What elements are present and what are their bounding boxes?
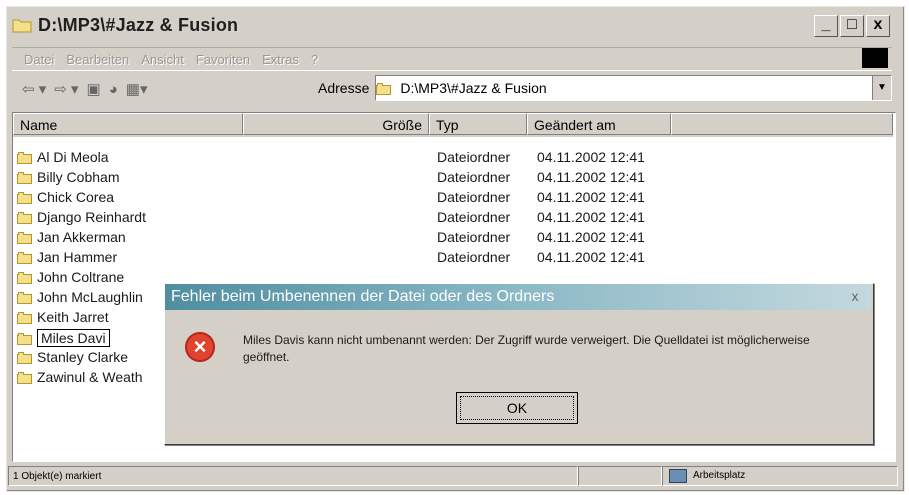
dialog-title: Fehler beim Umbenennen der Datei oder de…	[171, 288, 555, 305]
title-bar[interactable]: D:\MP3\#Jazz & Fusion _ □ x	[8, 12, 894, 38]
address-input[interactable]: D:\MP3\#Jazz & Fusion ▼	[375, 75, 892, 101]
folder-icon	[17, 171, 33, 184]
item-name: Keith Jarret	[37, 309, 109, 325]
column-type[interactable]: Typ	[429, 113, 527, 135]
back-arrow-icon[interactable]: ⇦ ▾	[22, 80, 46, 98]
item-type: Dateiordner	[437, 169, 511, 185]
list-item[interactable]: Billy Cobham Dateiordner 04.11.2002 12:4…	[13, 168, 893, 188]
toolbar: ⇦ ▾ ⇨ ▾ ▣ ◕ ▦▾	[12, 76, 322, 102]
list-item[interactable]: Jan Akkerman Dateiordner 04.11.2002 12:4…	[13, 228, 893, 248]
item-date: 04.11.2002 12:41	[537, 229, 645, 245]
maximize-button[interactable]: □	[840, 15, 864, 37]
item-type: Dateiordner	[437, 149, 511, 165]
error-dialog: Fehler beim Umbenennen der Datei oder de…	[164, 283, 874, 445]
column-headers: Name Größe Typ Geändert am	[13, 113, 893, 137]
item-name: Jan Akkerman	[37, 229, 126, 245]
item-name: John Coltrane	[37, 269, 125, 285]
search-globe-icon[interactable]: ◕	[109, 81, 118, 98]
folder-icon	[17, 291, 33, 304]
item-date: 04.11.2002 12:41	[537, 149, 645, 165]
menu-ansicht[interactable]: Ansicht	[141, 52, 184, 67]
menu-help[interactable]: ?	[311, 52, 318, 67]
windows-logo-icon	[862, 48, 888, 68]
item-name: Chick Corea	[37, 189, 115, 205]
column-empty	[671, 113, 893, 135]
column-name[interactable]: Name	[13, 113, 243, 135]
status-bar: 1 Objekt(e) markiert Arbeitsplatz	[8, 466, 898, 488]
item-type: Dateiordner	[437, 209, 511, 225]
list-item[interactable]: Al Di Meola Dateiordner 04.11.2002 12:41	[13, 148, 893, 168]
computer-icon	[669, 469, 687, 483]
menu-extras[interactable]: Extras	[262, 52, 299, 67]
folder-icon	[17, 311, 33, 324]
folder-up-icon[interactable]: ▣	[87, 80, 101, 98]
folder-icon	[376, 82, 392, 95]
address-dropdown-icon[interactable]: ▼	[872, 76, 891, 100]
menu-bearbeiten[interactable]: Bearbeiten	[66, 52, 129, 67]
address-value: D:\MP3\#Jazz & Fusion	[400, 80, 547, 96]
status-location-label: Arbeitsplatz	[693, 470, 746, 481]
list-item[interactable]: Jan Hammer Dateiordner 04.11.2002 12:41	[13, 248, 893, 268]
item-name: Al Di Meola	[37, 149, 109, 165]
status-selected: 1 Objekt(e) markiert	[8, 466, 578, 486]
item-type: Dateiordner	[437, 229, 511, 245]
menu-favoriten[interactable]: Favoriten	[196, 52, 250, 67]
folder-icon	[17, 371, 33, 384]
status-empty	[578, 466, 662, 486]
folder-icon	[17, 332, 33, 345]
view-grid-icon[interactable]: ▦▾	[126, 80, 148, 98]
item-name: Django Reinhardt	[37, 209, 146, 225]
status-location: Arbeitsplatz	[662, 466, 898, 486]
column-modified[interactable]: Geändert am	[527, 113, 671, 135]
item-name: Billy Cobham	[37, 169, 120, 185]
folder-icon	[17, 211, 33, 224]
dialog-title-bar[interactable]: Fehler beim Umbenennen der Datei oder de…	[165, 284, 871, 310]
menu-datei[interactable]: Datei	[24, 52, 54, 67]
folder-icon	[17, 271, 33, 284]
item-type: Dateiordner	[437, 189, 511, 205]
menu-bar: Datei Bearbeiten Ansicht Favoriten Extra…	[12, 47, 892, 71]
dialog-close-button[interactable]: x	[847, 288, 863, 304]
window-title: D:\MP3\#Jazz & Fusion	[38, 14, 239, 35]
focus-ring	[460, 396, 574, 420]
forward-arrow-icon[interactable]: ⇨ ▾	[54, 80, 78, 98]
folder-icon	[17, 191, 33, 204]
error-icon: ×	[185, 332, 215, 362]
folder-icon	[17, 231, 33, 244]
folder-icon	[17, 351, 33, 364]
item-name: Zawinul & Weath	[37, 369, 143, 385]
item-name: Jan Hammer	[37, 249, 118, 265]
minimize-button[interactable]: _	[814, 15, 838, 37]
item-type: Dateiordner	[437, 249, 511, 265]
folder-icon	[17, 151, 33, 164]
column-size[interactable]: Größe	[243, 113, 429, 135]
list-item[interactable]: Django Reinhardt Dateiordner 04.11.2002 …	[13, 208, 893, 228]
item-name: Stanley Clarke	[37, 349, 129, 365]
item-date: 04.11.2002 12:41	[537, 209, 645, 225]
close-button[interactable]: x	[866, 15, 890, 37]
ok-button[interactable]: OK	[456, 392, 578, 424]
dialog-message: Miles Davis kann nicht umbenannt werden:…	[243, 333, 810, 364]
rename-input[interactable]: Miles Davi	[37, 329, 110, 347]
item-date: 04.11.2002 12:41	[537, 189, 645, 205]
address-bar: Adresse D:\MP3\#Jazz & Fusion ▼	[318, 74, 892, 102]
item-date: 04.11.2002 12:41	[537, 169, 645, 185]
item-date: 04.11.2002 12:41	[537, 249, 645, 265]
folder-icon	[17, 251, 33, 264]
item-name: John McLaughlin	[37, 289, 143, 305]
list-item[interactable]: Chick Corea Dateiordner 04.11.2002 12:41	[13, 188, 893, 208]
folder-icon	[12, 17, 32, 33]
address-label: Adresse	[318, 80, 370, 96]
